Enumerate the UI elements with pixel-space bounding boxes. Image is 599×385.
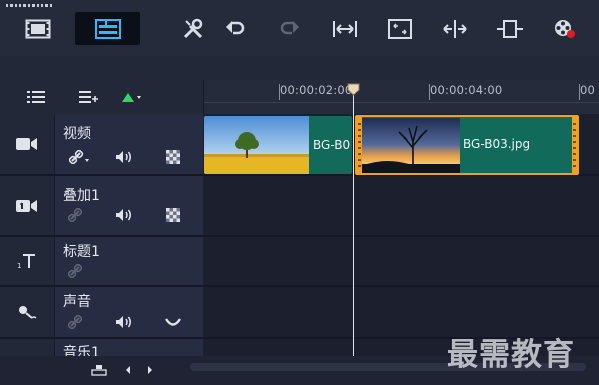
toolbar [0, 0, 599, 56]
microphone-icon [19, 306, 37, 319]
clip-label: BG-B03.jpg [463, 137, 531, 151]
speaker-icon [116, 316, 131, 328]
frame-arrows-icon [388, 18, 412, 39]
tree-field-thumbnail [204, 116, 309, 174]
link-icon [68, 264, 82, 278]
add-track-dropdown[interactable] [120, 89, 144, 105]
clip-bg-b0[interactable]: BG-B0 [204, 116, 352, 174]
track-list-icon [27, 91, 45, 103]
film-strip-icon [25, 19, 51, 38]
waveform-icon [165, 318, 181, 326]
waveform-toggle-button[interactable] [164, 315, 182, 329]
split-button[interactable] [440, 12, 470, 45]
list-plus-icon [79, 91, 98, 103]
drag-handle[interactable] [6, 4, 52, 8]
track-headers: 视频 叠加1 1 标题1 声音 音乐1 [0, 114, 203, 356]
checkerboard-icon [166, 208, 180, 222]
link-button[interactable] [66, 315, 84, 329]
trim-handle-left[interactable] [357, 117, 362, 173]
track-name-title: 标题1 [63, 244, 100, 260]
mute-button[interactable] [115, 315, 133, 329]
time-ruler[interactable]: 00:00:02:00 00:00:04:00 00 [203, 80, 599, 114]
video-lane[interactable]: BG-B0 BG-B03.jpg [203, 114, 599, 176]
scroll-right-icon[interactable] [146, 365, 154, 375]
track-controls [0, 80, 203, 114]
speaker-icon [116, 209, 131, 221]
svg-text:1: 1 [17, 262, 21, 269]
link-icon [68, 208, 82, 222]
playhead-handle[interactable] [347, 83, 360, 96]
overlay-lane[interactable] [203, 176, 599, 237]
playhead-line [353, 84, 354, 356]
frame-expand-icon [497, 19, 523, 38]
ruler-baseline [204, 102, 599, 103]
storyboard-view-button[interactable] [14, 12, 62, 45]
link-button[interactable] [66, 208, 84, 222]
toolbar-gap [0, 56, 599, 80]
link-icon [69, 150, 89, 164]
video-track-icon-cell [0, 114, 55, 174]
split-arrows-icon [443, 19, 467, 38]
title-lane[interactable] [203, 237, 599, 287]
trim-handle-right[interactable] [572, 117, 577, 173]
zoom-icon[interactable] [91, 364, 107, 376]
timeline-lanes[interactable]: BG-B0 BG-B03.jpg [203, 114, 599, 356]
track-manager-button[interactable] [25, 89, 49, 105]
timeline-view-button[interactable] [75, 12, 140, 45]
title-track-icon-cell: 1 [0, 237, 55, 285]
track-header-music[interactable]: 音乐1 [0, 339, 203, 356]
track-header-voice[interactable]: 声音 [0, 287, 203, 339]
fit-width-icon [333, 20, 357, 37]
record-button[interactable] [550, 12, 580, 45]
voice-track-icon-cell [0, 287, 55, 337]
transparency-button[interactable] [164, 150, 182, 164]
mute-button[interactable] [115, 208, 133, 222]
sunset-tree-thumbnail [357, 118, 460, 173]
green-triangle-icon [122, 93, 141, 102]
track-name-voice: 声音 [63, 294, 91, 310]
undo-icon [226, 20, 245, 34]
link-button[interactable] [66, 264, 84, 278]
redo-icon [280, 20, 299, 34]
redo-button[interactable] [277, 12, 303, 45]
wrench-screwdriver-icon [183, 18, 203, 38]
insert-button[interactable] [495, 12, 525, 45]
track-header-title[interactable]: 1 标题1 [0, 237, 203, 287]
transparency-button[interactable] [164, 208, 182, 222]
video-camera-icon [16, 138, 37, 150]
overlay-track-icon-cell [0, 176, 55, 235]
scroll-left-icon[interactable] [124, 365, 132, 375]
track-name-video: 视频 [63, 126, 91, 142]
video-editor-timeline: 00:00:02:00 00:00:04:00 00 视频 叠加1 1 标题1 … [0, 0, 599, 385]
undo-button[interactable] [222, 12, 248, 45]
track-name-music: 音乐1 [63, 345, 100, 356]
track-name-overlay: 叠加1 [63, 188, 100, 204]
music-track-icon-cell [0, 339, 55, 356]
tools-button[interactable] [180, 12, 206, 45]
link-icon [68, 315, 82, 329]
clip-label: BG-B0 [313, 138, 351, 152]
chapter-cue-button[interactable] [77, 89, 101, 105]
link-dropdown-button[interactable] [68, 150, 92, 164]
checkerboard-icon [166, 150, 180, 164]
ruler-label-2: 00:00:04:00 [430, 83, 503, 97]
clip-bg-b03[interactable]: BG-B03.jpg [355, 115, 579, 175]
watermark-text: 最需教育 [447, 337, 575, 373]
fit-project-button[interactable] [330, 12, 360, 45]
overlay-camera-icon [16, 199, 37, 212]
timeline-icon [94, 18, 121, 39]
track-header-video[interactable]: 视频 [0, 114, 203, 176]
track-header-overlay[interactable]: 叠加1 [0, 176, 203, 237]
ruler-label-1: 00:00:02:00 [280, 83, 353, 97]
mute-button[interactable] [115, 150, 133, 164]
speaker-icon [116, 151, 131, 163]
fit-window-button[interactable] [385, 12, 415, 45]
title-text-icon: 1 [17, 254, 35, 269]
ruler-label-3: 00 [580, 83, 596, 97]
reel-record-icon [555, 19, 575, 38]
